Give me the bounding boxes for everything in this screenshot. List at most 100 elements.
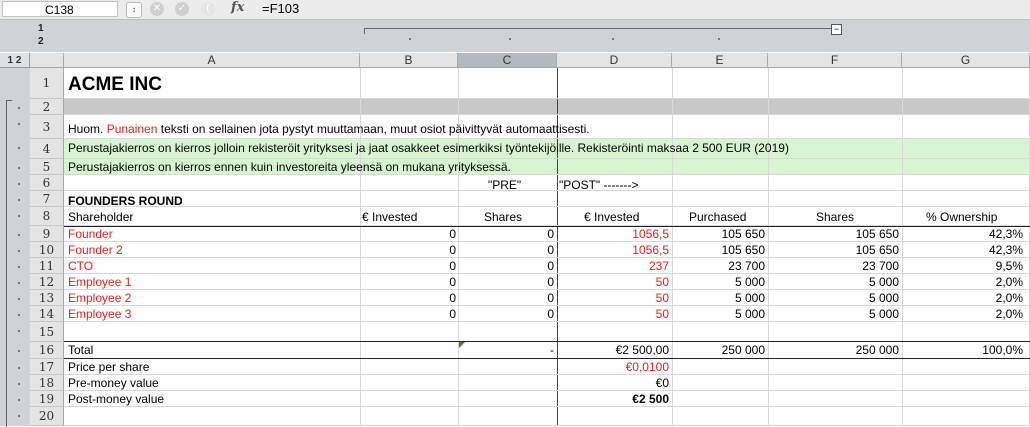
header-ownership[interactable]: % Ownership [926,209,997,225]
cell-shareholder[interactable]: Founder 2 [68,242,358,258]
row-header-7[interactable]: 7 [30,191,64,207]
section-title[interactable]: FOUNDERS ROUND [68,193,183,209]
total-purchased[interactable]: 250 000 [673,342,765,358]
row-header-19[interactable]: 19 [30,391,64,407]
header-shareholder[interactable]: Shareholder [68,209,133,225]
cell-shares-post[interactable]: 23 700 [769,258,899,274]
cell-ownership[interactable]: 42,3% [903,226,1023,242]
cell-invested-pre[interactable]: 0 [362,242,456,258]
cell-ownership[interactable]: 42,3% [903,242,1023,258]
premoney-value[interactable]: €0 [558,375,669,391]
cancel-icon[interactable]: ✕ [150,2,164,16]
postmoney-label[interactable]: Post-money value [68,391,164,407]
cell-shares-pre[interactable]: 0 [460,226,554,242]
row-header-4[interactable]: 4 [30,139,64,159]
post-label[interactable]: "POST" -------> [559,177,639,193]
row-header-6[interactable]: 6 [30,175,64,191]
name-box[interactable]: C138 [2,1,118,17]
cell-invested-post[interactable]: 50 [558,306,669,322]
cell-invested-post[interactable]: 1056,5 [558,242,669,258]
cell-purchased[interactable]: 105 650 [673,226,765,242]
column-header-a[interactable]: A [64,53,360,68]
cell-invested-post[interactable]: 50 [558,274,669,290]
total-label[interactable]: Total [68,342,93,358]
info-line-1[interactable]: Perustajakierros on kierros jolloin reki… [68,140,789,156]
cell-purchased[interactable]: 23 700 [673,258,765,274]
cell-shares-post[interactable]: 105 650 [769,226,899,242]
header-invested-post[interactable]: € Invested [584,209,639,225]
header-invested-pre[interactable]: € Invested [362,209,417,225]
formula-input[interactable]: =F103 [262,1,299,17]
cell-shares-pre[interactable]: 0 [460,258,554,274]
cell-invested-pre[interactable]: 0 [362,226,456,242]
total-shares-pre[interactable]: - [460,342,554,358]
function-icon[interactable]: ( [201,2,215,16]
cell-shareholder[interactable]: Employee 2 [68,290,358,306]
header-shares-post[interactable]: Shares [816,209,854,225]
column-outline-level-2[interactable]: 2 [38,36,44,47]
header-shares-pre[interactable]: Shares [484,209,522,225]
row-header-10[interactable]: 10 [30,242,64,258]
row-header-20[interactable]: 20 [30,407,64,426]
cell-ownership[interactable]: 9,5% [903,258,1023,274]
cell-shareholder[interactable]: Employee 1 [68,274,358,290]
cell-shares-pre[interactable]: 0 [460,274,554,290]
total-ownership[interactable]: 100,0% [903,342,1023,358]
row-header-8[interactable]: 8 [30,207,64,226]
cell-ownership[interactable]: 2,0% [903,274,1023,290]
row-outline-levels[interactable]: 1 2 [0,53,30,68]
cell-invested-post[interactable]: 1056,5 [558,226,669,242]
row-header-2[interactable]: 2 [30,99,64,115]
cell-shares-pre[interactable]: 0 [460,306,554,322]
info-line-2[interactable]: Perustajakierros on kierros ennen kuin i… [68,159,511,175]
pre-label[interactable]: "PRE" [488,177,521,193]
total-invested[interactable]: €2 500,00 [558,342,669,358]
column-header-e[interactable]: E [672,53,768,68]
accept-icon[interactable]: ✓ [175,2,189,16]
row-header-12[interactable]: 12 [30,274,64,290]
cell-invested-post[interactable]: 50 [558,290,669,306]
row-header-13[interactable]: 13 [30,290,64,306]
column-outline-level-1[interactable]: 1 [38,23,44,34]
cell-shares-pre[interactable]: 0 [460,242,554,258]
column-header-b[interactable]: B [360,53,458,68]
sheet-title[interactable]: ACME INC [68,72,162,98]
cell-invested-pre[interactable]: 0 [362,258,456,274]
total-shares-post[interactable]: 250 000 [769,342,899,358]
column-header-g[interactable]: G [902,53,1030,68]
row-header-3[interactable]: 3 [30,115,64,139]
row-header-18[interactable]: 18 [30,375,64,391]
cell-ownership[interactable]: 2,0% [903,306,1023,322]
column-header-f[interactable]: F [768,53,902,68]
cell-shares-post[interactable]: 5 000 [769,274,899,290]
row-header-1[interactable]: 1 [30,68,64,99]
row-header-9[interactable]: 9 [30,226,64,242]
cell-purchased[interactable]: 5 000 [673,290,765,306]
price-value[interactable]: €0,0100 [558,359,669,375]
cell-shareholder[interactable]: Founder [68,226,358,242]
column-header-c[interactable]: C [458,53,557,68]
cell-purchased[interactable]: 5 000 [673,306,765,322]
row-header-11[interactable]: 11 [30,258,64,274]
cell-ownership[interactable]: 2,0% [903,290,1023,306]
price-label[interactable]: Price per share [68,359,149,375]
select-all-corner[interactable] [30,53,64,68]
row-header-5[interactable]: 5 [30,159,64,175]
postmoney-value[interactable]: €2 500 [558,391,669,407]
up-down-stepper-icon[interactable]: ↕ [126,2,142,18]
cell-shareholder[interactable]: Employee 3 [68,306,358,322]
cell-invested-pre[interactable]: 0 [362,306,456,322]
cell-invested-pre[interactable]: 0 [362,290,456,306]
fx-icon[interactable]: fx [231,0,244,15]
header-purchased[interactable]: Purchased [689,209,746,225]
cell-shares-post[interactable]: 5 000 [769,306,899,322]
row-header-16[interactable]: 16 [30,342,64,359]
cell-shareholder[interactable]: CTO [68,258,358,274]
column-header-d[interactable]: D [557,53,672,68]
cell-shares-post[interactable]: 105 650 [769,242,899,258]
cell-shares-post[interactable]: 5 000 [769,290,899,306]
cell-invested-pre[interactable]: 0 [362,274,456,290]
cell-invested-post[interactable]: 237 [558,258,669,274]
row-header-14[interactable]: 14 [30,306,64,322]
premoney-label[interactable]: Pre-money value [68,375,159,391]
